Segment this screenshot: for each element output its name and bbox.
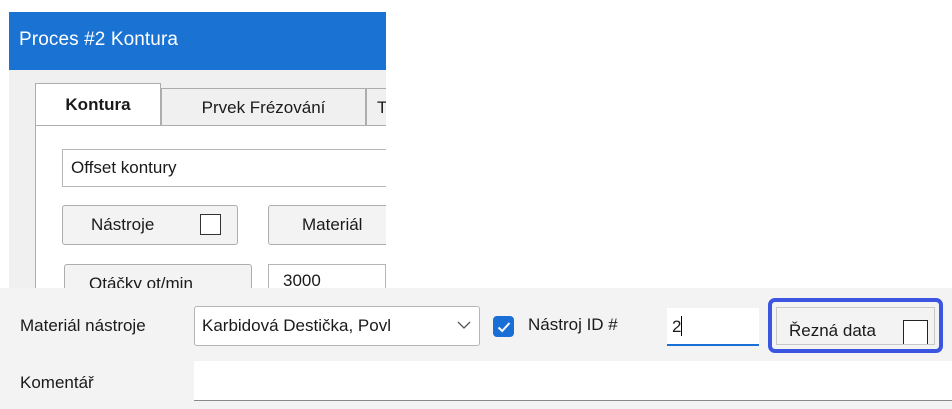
- operation-type-value: Offset kontury: [71, 158, 177, 177]
- checkmark-icon: [497, 321, 510, 332]
- cutting-data-highlight: Řezná data: [768, 298, 943, 353]
- tab-label: Kontura: [65, 95, 131, 114]
- comment-input[interactable]: [194, 361, 952, 401]
- process-dialog: Proces #2 Kontura Kontura Prvek Frézován…: [0, 0, 386, 288]
- rpm-input[interactable]: 3000: [268, 264, 386, 288]
- tool-id-label: Nástroj ID #: [528, 315, 618, 334]
- tool-material-value: Karbidová Destička, Povl: [202, 316, 391, 335]
- tools-button[interactable]: Nástroje: [62, 205, 238, 245]
- cutting-data-label: Řezná data: [789, 321, 876, 340]
- tab-label: T: [377, 97, 386, 117]
- material-button-label: Materiál: [302, 215, 363, 234]
- tab-kontura[interactable]: Kontura: [35, 83, 161, 126]
- tab-third-partial[interactable]: T: [366, 88, 386, 126]
- tab-prvek-frezovani[interactable]: Prvek Frézování: [161, 88, 366, 126]
- text-caret: [681, 316, 683, 336]
- comment-label: Komentář: [20, 373, 94, 392]
- chevron-down-icon: [457, 321, 471, 329]
- cutting-data-toggle[interactable]: Řezná data: [776, 307, 935, 345]
- material-button[interactable]: Materiál: [268, 205, 386, 245]
- rpm-button[interactable]: Otáčky ot/min: [64, 264, 252, 288]
- tool-settings-strip: Materiál nástroje Karbidová Destička, Po…: [0, 288, 952, 409]
- rpm-button-label: Otáčky ot/min: [89, 274, 193, 288]
- tool-material-label: Materiál nástroje: [20, 316, 146, 335]
- tool-id-checkbox[interactable]: [493, 316, 514, 337]
- tools-button-label: Nástroje: [91, 215, 155, 234]
- tool-id-input[interactable]: 2: [667, 308, 759, 346]
- tool-id-value: 2: [672, 317, 682, 336]
- tab-label: Prvek Frézování: [201, 97, 326, 117]
- cutting-data-checkbox[interactable]: [903, 320, 928, 344]
- tool-material-select[interactable]: Karbidová Destička, Povl: [194, 306, 480, 346]
- title-bar: Proces #2 Kontura: [9, 12, 386, 70]
- rpm-value: 3000: [283, 271, 321, 288]
- tools-checkbox[interactable]: [200, 214, 221, 235]
- window-title: Proces #2 Kontura: [19, 29, 179, 50]
- operation-type-field[interactable]: Offset kontury: [62, 149, 386, 187]
